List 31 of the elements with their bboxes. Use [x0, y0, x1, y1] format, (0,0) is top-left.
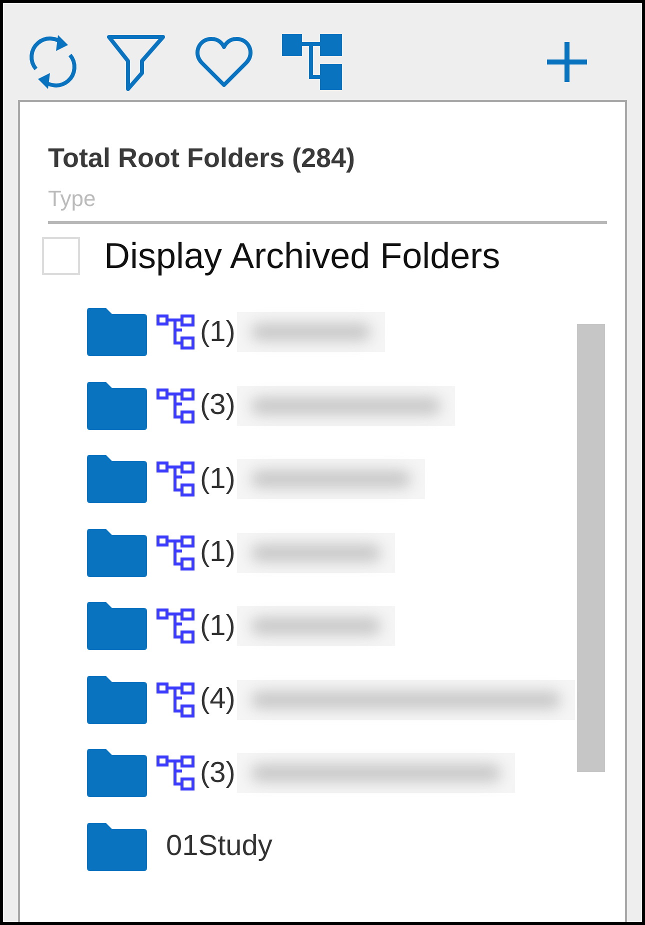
subfolder-count: (1) [200, 462, 236, 497]
hierarchy-icon [156, 606, 196, 646]
subfolder-count: (3) [200, 756, 236, 791]
hierarchy-icon [156, 312, 196, 352]
checkbox[interactable] [42, 236, 80, 275]
hierarchy-icon [156, 680, 196, 720]
hierarchy-icon [156, 753, 196, 794]
panel-title: Total Root Folders (284) [48, 142, 356, 174]
subfolder-count: (1) [200, 535, 236, 570]
checkbox-label: Display Archived Folders [104, 234, 500, 278]
folder-icon [86, 455, 148, 504]
scrollbar[interactable] [577, 324, 605, 772]
hierarchy-icon[interactable] [282, 34, 342, 90]
add-icon[interactable] [545, 40, 589, 84]
heart-icon[interactable] [194, 34, 254, 88]
hierarchy-icon [156, 386, 196, 426]
hierarchy-icon [156, 532, 196, 573]
filter-icon[interactable] [106, 32, 166, 90]
folder-icon [86, 308, 148, 356]
folder-icon [86, 382, 148, 430]
subfolder-count: (1) [200, 608, 236, 644]
folder-icon [86, 749, 148, 798]
hierarchy-icon [156, 459, 196, 500]
subfolder-count: (4) [200, 682, 236, 718]
subfolder-count: (3) [200, 388, 236, 424]
folder-icon [86, 676, 148, 724]
subfolder-count: (1) [200, 314, 236, 350]
folder-name[interactable]: 01Study [166, 825, 272, 869]
folder-icon [86, 528, 148, 577]
folder-icon [86, 602, 148, 650]
folder-icon [86, 822, 148, 871]
